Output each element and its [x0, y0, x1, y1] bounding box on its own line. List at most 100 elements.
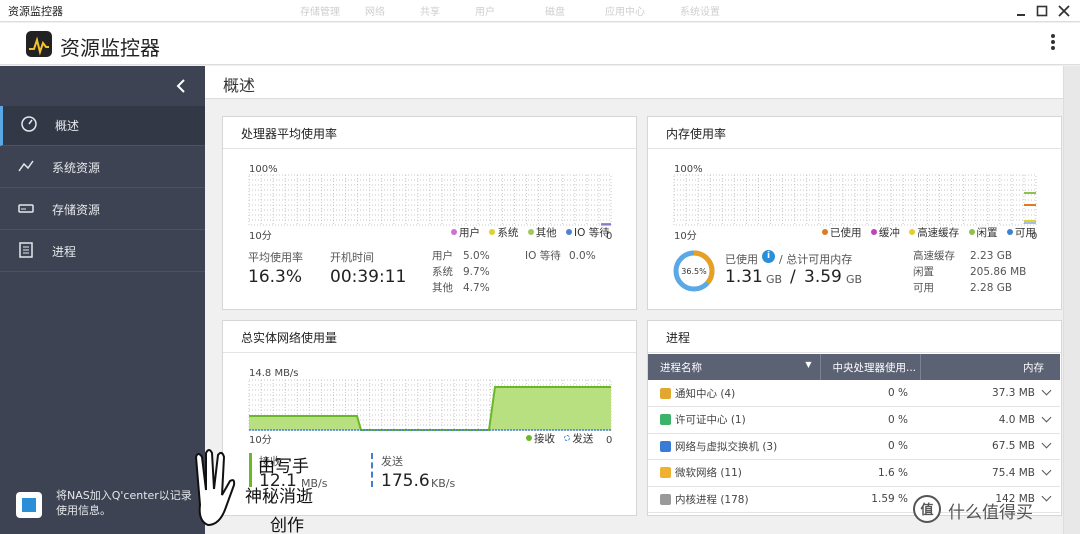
- memory-cache-label: 高速缓存: [913, 250, 955, 262]
- memory-donut-percent: 36.5%: [681, 267, 707, 276]
- maximize-button[interactable]: [1033, 2, 1051, 20]
- network-card: 总实体网络使用量 14.8 MB/s 10分 0 接收 发送 接收 12.1 M…: [222, 320, 637, 516]
- cpu-user-value: 5.0%: [463, 250, 490, 262]
- send-bar: [371, 453, 373, 487]
- sidebar-item-system-resources[interactable]: 系统资源: [0, 148, 205, 188]
- expand-chevron-icon[interactable]: [1041, 491, 1052, 502]
- main-content: 概述 处理器平均使用率 100% 10分 0 用户 系统 其他 IO 等待 平均…: [205, 66, 1063, 534]
- cpu-card-title: 处理器平均使用率: [223, 117, 636, 149]
- io-wait-label: IO 等待: [525, 250, 561, 262]
- table-row[interactable]: 内核进程 (178) 1.59 % 142 MB: [648, 486, 1060, 513]
- network-x-label: 10分: [249, 434, 272, 446]
- cpu-card: 处理器平均使用率 100% 10分 0 用户 系统 其他 IO 等待 平均使用率…: [222, 116, 637, 310]
- table-row[interactable]: 通知中心 (4) 0 % 37.3 MB: [648, 380, 1060, 407]
- network-y-top-label: 14.8 MB/s: [249, 368, 299, 379]
- vertical-scrollbar[interactable]: [1063, 66, 1080, 534]
- expand-chevron-icon[interactable]: [1041, 412, 1052, 423]
- sidebar-item-overview[interactable]: 概述: [0, 106, 205, 146]
- legend-buffer: 缓冲: [878, 227, 900, 239]
- ghost-tab: 用户: [475, 7, 495, 18]
- column-header-cpu[interactable]: 中央处理器使用...: [820, 354, 921, 380]
- sidebar-item-storage-resources[interactable]: 存储资源: [0, 190, 205, 230]
- legend-dot: [451, 229, 457, 235]
- sort-dropdown-icon[interactable]: ▼: [805, 360, 811, 369]
- expand-chevron-icon[interactable]: [1041, 465, 1052, 476]
- process-cpu: 0 %: [888, 387, 908, 399]
- legend-dot: [489, 229, 496, 235]
- column-header-label: 进程名称: [660, 361, 702, 374]
- process-cpu-cell: 0 %: [820, 380, 920, 407]
- process-name-cell: 内核进程 (178): [648, 486, 820, 513]
- ghost-tab: 系统设置: [680, 7, 720, 18]
- legend-dot: [566, 229, 573, 235]
- cpu-user-label: 用户: [432, 250, 453, 262]
- sidebar-item-processes[interactable]: 进程: [0, 232, 205, 272]
- expand-chevron-icon[interactable]: [1041, 438, 1052, 449]
- cpu-gridlines: [249, 175, 611, 225]
- process-memory: 67.5 MB: [992, 440, 1035, 453]
- cpu-legend: 用户 系统 其他 IO 等待: [445, 225, 610, 240]
- process-memory-cell: 75.4 MB: [920, 459, 1060, 487]
- maximize-icon: [1036, 5, 1048, 17]
- table-row[interactable]: 微软网络 (11) 1.6 % 75.4 MB: [648, 459, 1060, 487]
- receive-bar: [249, 453, 252, 487]
- ghost-tab: 存储管理: [300, 7, 340, 18]
- process-memory-cell: 4.0 MB: [920, 406, 1060, 434]
- legend-available: 可用: [1014, 227, 1036, 239]
- process-icon: [660, 440, 671, 452]
- close-button[interactable]: [1055, 2, 1073, 20]
- memory-donut: 36.5%: [673, 250, 715, 292]
- process-memory-cell: 67.5 MB: [920, 433, 1060, 460]
- chevron-left-icon: [176, 79, 185, 93]
- qcenter-promo[interactable]: 将NAS加入Q'center以记录使用信息。: [12, 486, 202, 526]
- process-name: 网络与虚拟交换机 (3): [675, 440, 778, 453]
- process-name: 许可证中心 (1): [675, 414, 746, 427]
- legend-other: 其他: [535, 227, 557, 239]
- legend-dot: [909, 229, 916, 235]
- more-options-button[interactable]: [1046, 32, 1060, 54]
- process-name: 内核进程 (178): [675, 493, 749, 506]
- column-header-memory[interactable]: 内存: [920, 354, 1060, 380]
- process-icon: [660, 414, 671, 426]
- process-memory: 142 MB: [995, 493, 1035, 506]
- uptime-label: 开机时间: [330, 251, 374, 264]
- process-name-cell: 微软网络 (11): [648, 459, 820, 487]
- legend-system: 系统: [497, 227, 519, 239]
- column-header-name[interactable]: 进程名称 ▼: [648, 354, 821, 380]
- expand-chevron-icon[interactable]: [1041, 385, 1052, 396]
- table-row[interactable]: 网络与虚拟交换机 (3) 0 % 67.5 MB: [648, 433, 1060, 460]
- process-table: 进程名称 ▼ 中央处理器使用... 内存 通知中心 (4) 0 % 37.3 MB 许…: [648, 354, 1060, 513]
- column-header-label: 内存: [1023, 361, 1044, 374]
- receive-value: 12.1: [259, 471, 297, 491]
- memory-legend: 已使用 缓冲 高速缓存 闲置 可用: [816, 225, 1036, 240]
- legend-free: 闲置: [976, 227, 998, 239]
- processes-card-title: 进程: [648, 321, 1061, 353]
- legend-cache: 高速缓存: [917, 227, 960, 239]
- legend-dot: [822, 229, 828, 235]
- memory-card-title: 内存使用率: [648, 117, 1061, 149]
- process-icon: [660, 387, 671, 399]
- qcenter-icon: [16, 492, 42, 518]
- minimize-button[interactable]: [1012, 2, 1030, 20]
- cpu-avg-label: 平均使用率: [248, 251, 303, 264]
- app-header: 资源监控器: [0, 23, 1080, 65]
- app-name: 资源监控器: [60, 36, 160, 60]
- sidebar: 概述 系统资源 存储资源 进程 将NAS加入Q'center以记录使用信息。: [0, 66, 205, 534]
- info-icon[interactable]: i: [762, 250, 775, 263]
- legend-dot: [564, 435, 571, 441]
- ghost-tab: 应用中心: [605, 7, 645, 18]
- network-zero-label: 0: [606, 435, 612, 446]
- process-name: 通知中心 (4): [675, 387, 736, 400]
- send-value: 175.6: [381, 471, 430, 491]
- collapse-sidebar-button[interactable]: [171, 76, 191, 96]
- memory-available-label: 可用: [913, 282, 934, 294]
- table-header-row: 进程名称 ▼ 中央处理器使用... 内存: [648, 354, 1060, 380]
- minimize-icon: [1017, 14, 1025, 16]
- cpu-avg-value: 16.3%: [248, 267, 303, 287]
- table-row[interactable]: 许可证中心 (1) 0 % 4.0 MB: [648, 406, 1060, 434]
- ghost-tab: 网络: [365, 7, 385, 18]
- network-card-title: 总实体网络使用量: [223, 321, 636, 353]
- ghost-tab: 共享: [420, 7, 440, 18]
- memory-used-label: 已使用: [725, 253, 758, 266]
- process-memory: 37.3 MB: [992, 387, 1035, 399]
